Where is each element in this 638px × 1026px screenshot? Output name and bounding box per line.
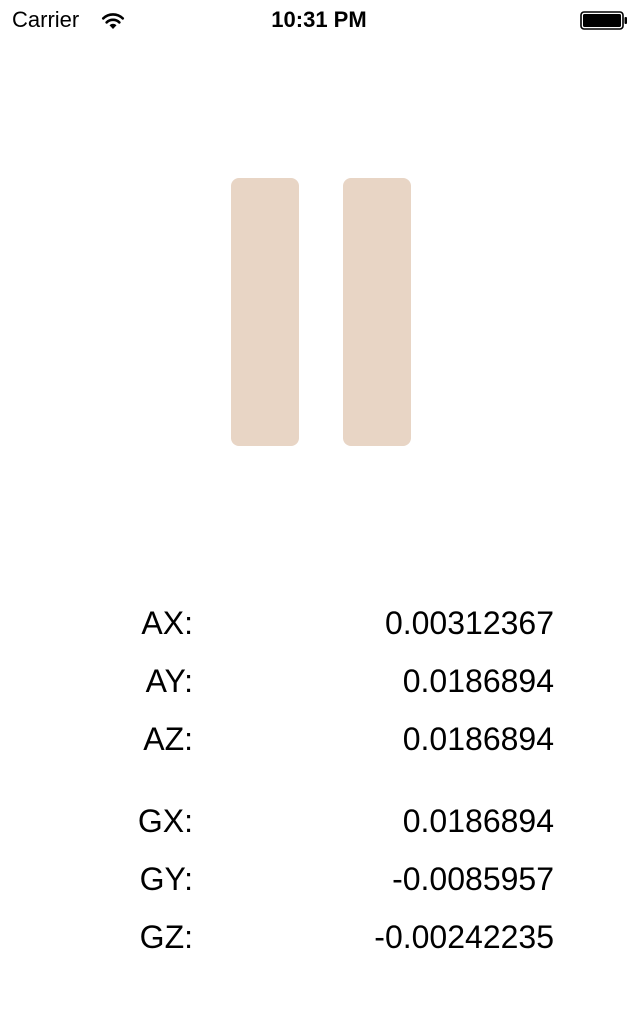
reading-row-az: AZ: 0.0186894 <box>0 719 638 759</box>
status-time: 10:31 PM <box>271 7 367 32</box>
reading-label: GZ: <box>139 919 193 955</box>
reading-label: AX: <box>141 605 193 641</box>
reading-value: 0.0186894 <box>402 721 554 757</box>
battery-full-icon <box>580 11 627 30</box>
reading-row-gy: GY: -0.0085957 <box>0 859 638 899</box>
reading-label: AZ: <box>143 721 193 757</box>
pause-icon-bar-right <box>343 178 411 446</box>
pause-button[interactable] <box>230 178 412 446</box>
reading-label: GY: <box>139 861 193 897</box>
reading-value: -0.0085957 <box>392 861 554 897</box>
status-bar: Carrier 10:31 PM <box>0 0 638 40</box>
reading-row-gx: GX: 0.0186894 <box>0 801 638 841</box>
reading-value: 0.00312367 <box>384 605 554 641</box>
reading-label: GX: <box>137 803 193 839</box>
reading-row-gz: GZ: -0.00242235 <box>0 917 638 957</box>
reading-label: AY: <box>145 663 193 699</box>
reading-value: -0.00242235 <box>374 919 554 955</box>
reading-value: 0.0186894 <box>402 803 554 839</box>
reading-value: 0.0186894 <box>402 663 554 699</box>
reading-row-ay: AY: 0.0186894 <box>0 661 638 701</box>
reading-row-ax: AX: 0.00312367 <box>0 603 638 643</box>
pause-icon-bar-left <box>231 178 299 446</box>
